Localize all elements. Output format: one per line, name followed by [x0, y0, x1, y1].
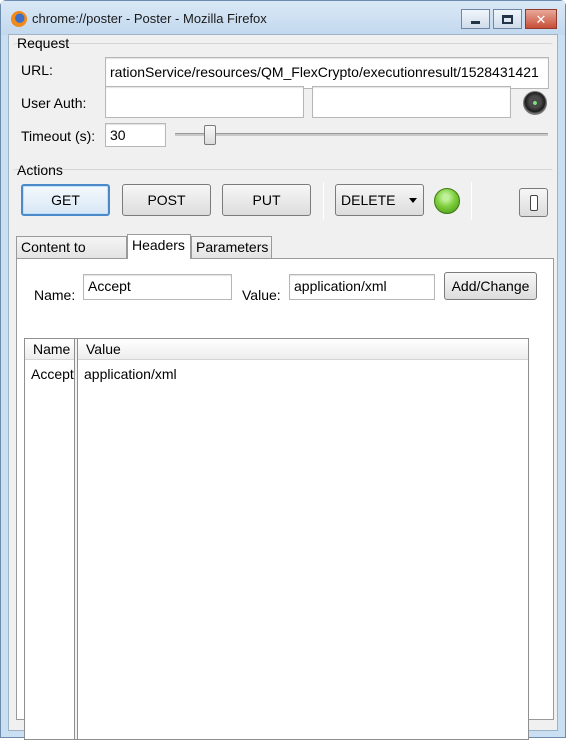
timeout-label: Timeout (s): — [21, 128, 96, 144]
url-input[interactable]: rationService/resources/QM_FlexCrypto/ex… — [105, 57, 549, 89]
get-button[interactable]: GET — [21, 184, 110, 216]
title-bar[interactable]: chrome://poster - Poster - Mozilla Firef… — [1, 1, 565, 35]
add-change-button[interactable]: Add/Change — [444, 272, 537, 300]
auth-settings-button[interactable] — [523, 91, 547, 115]
actions-section-label: Actions — [17, 162, 63, 178]
timeout-input[interactable]: 30 — [105, 123, 166, 147]
chevron-down-icon — [409, 198, 417, 203]
maximize-button[interactable] — [493, 9, 522, 29]
method-dropdown-value: DELETE — [341, 192, 396, 208]
minimize-button[interactable] — [461, 9, 490, 29]
tab-headers[interactable]: Headers — [127, 234, 191, 259]
column-resize-handle[interactable] — [74, 339, 78, 739]
poster-panel: Request URL: rationService/resources/QM_… — [8, 34, 558, 740]
method-dropdown[interactable]: DELETE — [335, 184, 424, 216]
tab-parameters[interactable]: Parameters — [191, 236, 272, 258]
maximize-icon — [502, 14, 513, 24]
request-section-label: Request — [17, 35, 70, 51]
headers-table-header: Name Value — [25, 339, 528, 360]
header-name-input[interactable]: Accept — [83, 274, 232, 300]
url-label: URL: — [21, 62, 53, 78]
actions-separator — [323, 182, 324, 220]
row-value-cell: application/xml — [84, 366, 177, 382]
user-auth-label: User Auth: — [21, 95, 87, 111]
close-button[interactable]: ✕ — [525, 9, 557, 29]
toggle-switch-button[interactable] — [519, 188, 548, 217]
firefox-icon — [11, 11, 27, 27]
actions-separator-2 — [471, 182, 472, 220]
user-auth-password-input[interactable] — [312, 86, 511, 118]
status-indicator-icon — [434, 188, 460, 214]
timeout-slider-thumb[interactable] — [204, 125, 216, 145]
column-header-name[interactable]: Name — [33, 341, 70, 357]
close-icon: ✕ — [535, 11, 547, 27]
row-name-cell: Accept — [31, 366, 74, 382]
tab-content-to-send[interactable]: Content to Send — [16, 236, 127, 271]
header-value-label: Value: — [242, 287, 281, 303]
timeout-slider-track[interactable] — [175, 133, 548, 136]
user-auth-username-input[interactable] — [105, 86, 304, 118]
minimize-icon — [471, 20, 480, 24]
column-header-value[interactable]: Value — [86, 341, 121, 357]
header-value-input[interactable]: application/xml — [289, 274, 435, 300]
header-name-label: Name: — [34, 287, 76, 303]
browser-window: chrome://poster - Poster - Mozilla Firef… — [0, 0, 566, 740]
headers-table[interactable]: Name Value Accept application/xml — [24, 338, 529, 740]
window-title: chrome://poster - Poster - Mozilla Firef… — [32, 11, 267, 26]
put-button[interactable]: PUT — [222, 184, 311, 216]
post-button[interactable]: POST — [122, 184, 211, 216]
